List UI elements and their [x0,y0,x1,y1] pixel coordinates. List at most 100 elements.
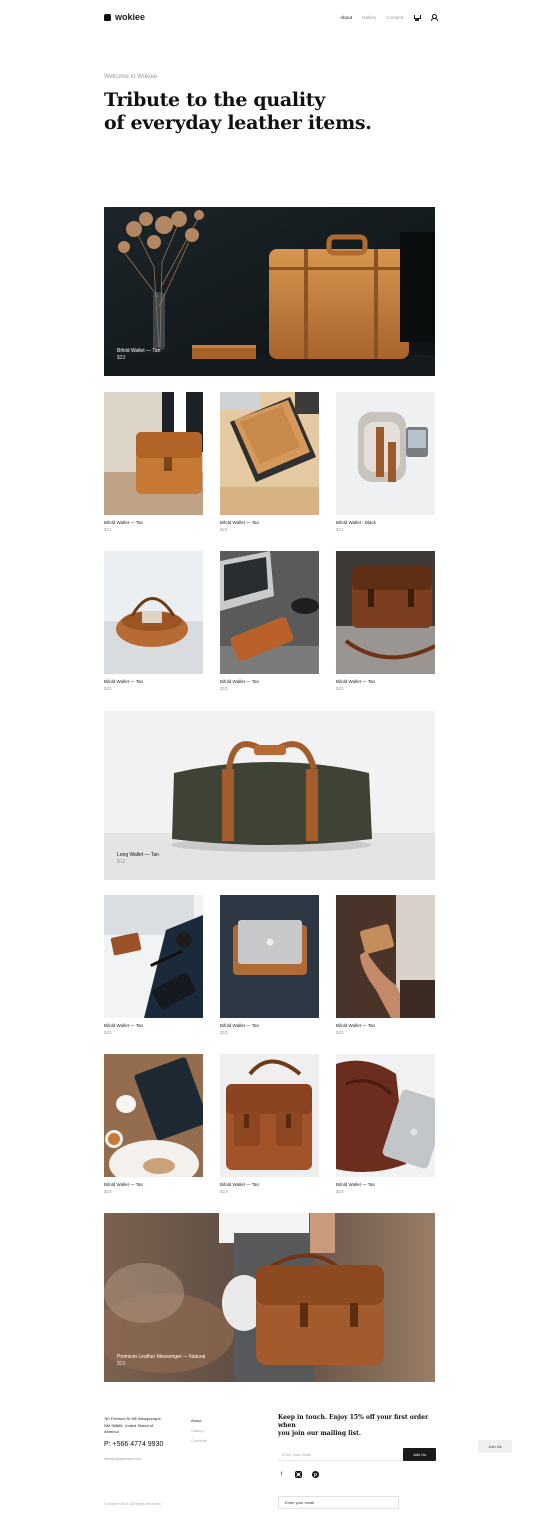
product-image[interactable] [104,1054,203,1177]
feature-caption: Premium Leather Messenger — Natural $23 [117,1354,205,1368]
page-title-line-2: of everyday leather items. [104,112,372,134]
product-price: $23 [104,1189,112,1194]
breakfast-notebook-photo [104,1054,203,1177]
footer-nav-contacts[interactable]: Contacts [191,1436,207,1446]
phone-number[interactable]: P: +566 4774 9930 [104,1441,163,1448]
phone-case-photo [220,551,319,674]
brown-satchel-photo [336,551,435,674]
laptop-sleeve-photo [220,895,319,1018]
main-nav: About Gallery Contacts [340,14,438,21]
rustic-satchel-photo [220,1054,319,1177]
feature-banner-1[interactable]: Bifold Wallet — Tan $23 [104,207,435,376]
product-image[interactable] [104,895,203,1018]
product-card[interactable]: Bifold Wallet — Tan $23 [220,1181,319,1195]
product-price: $23 [104,686,112,691]
nav-contacts[interactable]: Contacts [386,15,404,20]
nav-about[interactable]: About [340,15,352,20]
product-card[interactable]: Bifold Wallet — Tan $23 [336,1181,435,1195]
product-price: $23 [336,527,344,532]
product-image[interactable] [220,1054,319,1177]
hand-wallet-photo [336,895,435,1018]
product-image[interactable] [220,551,319,674]
instagram-icon[interactable] [295,1471,302,1478]
tablet-case-photo [220,392,319,515]
feature-banner-3[interactable]: Premium Leather Messenger — Natural $23 [104,1213,435,1382]
product-name: Bifold Wallet — Tan [336,1023,376,1028]
contact-email[interactable]: info@mydomain.com [104,1456,142,1461]
product-image[interactable] [104,392,203,515]
product-name: Bifold Wallet — Tan [336,679,376,684]
product-name: Bifold Wallet — Tan [104,520,144,525]
product-price: $23 [336,1189,344,1194]
newsletter-heading-line-2: you join our mailing list. [278,1430,361,1437]
feature-name: Premium Leather Messenger — Natural [117,1354,206,1360]
footer-nav: About Gallery Contacts [191,1416,207,1446]
newsletter-form: Enter your email Join Us [278,1448,436,1461]
feature-name: Long Wallet — Tan [117,852,159,858]
product-price: $23 [220,1030,228,1035]
feature-price: $23 [117,355,126,361]
product-card[interactable]: Bifold Wallet — Tan $23 [104,678,203,692]
feature-name: Bifold Wallet — Tan [117,348,161,354]
product-card[interactable]: Bifold Wallet — Tan $23 [104,1022,203,1036]
desk-flatlay-photo [104,895,203,1018]
product-price: $23 [336,1030,344,1035]
hero-kicker: Welcome to Wokiee [104,74,158,80]
social-links: f p [278,1471,436,1478]
feature-caption: Long Wallet — Tan $12 [117,852,159,866]
product-card[interactable]: Bifold Wallet — Tan $23 [220,678,319,692]
page-title-line-1: Tribute to the quality [104,89,325,111]
duffel-bag-photo [104,551,203,674]
join-us-button[interactable]: Join Us [403,1448,436,1461]
newsletter-email-input[interactable]: Enter your email [278,1448,403,1461]
hero-section: Welcome to Wokiee Tribute to the quality… [104,74,444,135]
feature-price: $12 [117,859,126,865]
product-image[interactable] [336,551,435,674]
page-title: Tribute to the quality of everyday leath… [104,89,444,135]
product-card[interactable]: Bifold Wallet — Tan $23 [104,1181,203,1195]
product-image[interactable] [104,551,203,674]
facebook-icon[interactable]: f [278,1471,285,1478]
copyright: © Wokiee 2019. All Rights Reserved. [104,1502,162,1506]
product-card[interactable]: Bifold Wallet — Tan $23 [220,519,319,533]
product-image[interactable] [336,392,435,515]
cart-icon[interactable] [414,14,421,21]
product-name: Bifold Wallet — Tan [104,679,144,684]
feature-banner-2[interactable]: Long Wallet — Tan $12 [104,711,435,880]
product-price: $23 [220,686,228,691]
store-address: 7th Fremont St NE Albuquerque, NM 98866,… [104,1416,179,1436]
floating-email-input[interactable]: Enter your email [278,1496,399,1509]
product-image[interactable] [220,895,319,1018]
product-card[interactable]: Bifold Wallet — Tan $23 [104,519,203,533]
brand-name: wokiee [115,12,146,22]
footer-nav-gallery[interactable]: Gallery [191,1426,207,1436]
product-name: Bifold Wallet — Tan [220,679,260,684]
pinterest-icon[interactable]: p [312,1471,319,1478]
user-icon[interactable] [430,14,438,21]
site-header: wokiee About Gallery Contacts [104,10,438,24]
floating-join-button[interactable]: Join Us [478,1440,512,1453]
product-name: Bifold Wallet — Tan [220,1182,260,1187]
feature-price: $23 [117,1361,126,1367]
product-name: Bifold Wallet — Tan [220,1023,260,1028]
brand-logo[interactable]: wokiee [104,12,145,22]
newsletter-heading: Keep in touch. Enjoy 15% off your first … [278,1414,436,1438]
nav-gallery[interactable]: Gallery [362,15,376,20]
newsletter-heading-line-1: Keep in touch. Enjoy 15% off your first … [278,1414,429,1429]
product-price: $23 [104,527,112,532]
product-card[interactable]: Bifold Wallet — Tan $23 [220,1022,319,1036]
product-price: $23 [220,1189,228,1194]
product-card[interactable]: Bifold Wallet — Tan $23 [336,1022,435,1036]
product-image[interactable] [336,1054,435,1177]
product-name: Bifold Wallet - Black [336,520,376,525]
logo-icon [104,13,111,21]
product-card[interactable]: Bifold Wallet — Tan $23 [336,678,435,692]
product-image[interactable] [220,392,319,515]
feature-caption: Bifold Wallet — Tan $23 [117,348,160,362]
address-line-3: America [104,1429,119,1434]
product-image[interactable] [336,895,435,1018]
product-card[interactable]: Bifold Wallet - Black $23 [336,519,435,533]
bag-with-laptop-photo [336,1054,435,1177]
footer-nav-about[interactable]: About [191,1416,207,1426]
product-name: Bifold Wallet — Tan [104,1023,144,1028]
